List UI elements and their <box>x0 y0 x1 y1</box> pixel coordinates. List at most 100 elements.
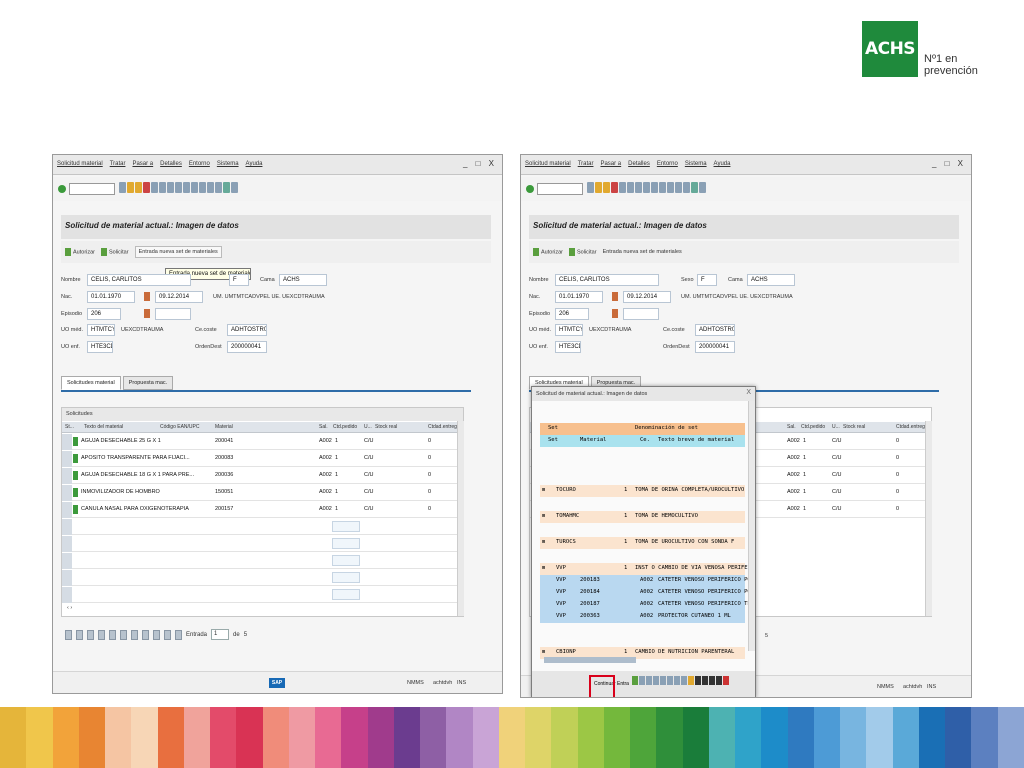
layout-icon[interactable] <box>231 182 238 193</box>
find-next-icon[interactable] <box>167 182 174 193</box>
nac-field[interactable]: 01.01.1970 <box>87 291 135 303</box>
layout-icon[interactable] <box>674 676 680 685</box>
last-page-icon[interactable] <box>667 182 674 193</box>
set-row[interactable]: ⊞ TOMAHMC 1 TOMA DE HEMOCULTIVO <box>540 511 745 523</box>
find-next-icon[interactable] <box>635 182 642 193</box>
uo-med-field[interactable]: HTMTCYP <box>87 324 115 336</box>
menu-item-4[interactable]: Entorno <box>189 161 210 167</box>
shortcut-icon[interactable] <box>215 182 222 193</box>
episodio-field[interactable]: 206 <box>87 308 121 320</box>
solicitar-button[interactable]: Solicitar <box>569 248 597 256</box>
back-icon[interactable] <box>127 182 134 193</box>
next-page-icon[interactable] <box>659 182 666 193</box>
first-entry-icon[interactable] <box>142 629 149 640</box>
command-field[interactable] <box>69 183 115 195</box>
cancel-icon[interactable] <box>723 676 729 685</box>
nombre-field[interactable]: CELIS, CARLITOS <box>555 274 659 286</box>
col-ctd[interactable]: Ctd.pedido <box>801 424 825 430</box>
col-entrega[interactable]: Ctdad.entrega <box>428 424 460 430</box>
autorizar-button[interactable]: Autorizar <box>533 248 563 256</box>
select-all-icon[interactable] <box>65 629 72 640</box>
material-row[interactable]: VVP 200187 A002 CATETER VENOSO PERIFERICO T… <box>540 599 755 611</box>
row-selector[interactable] <box>62 451 72 467</box>
table-row[interactable]: APOSITO TRANSPARENTE PARA FIJACI... 20008… <box>62 451 463 467</box>
expand-icon[interactable]: ⊞ <box>542 487 545 493</box>
enter-icon[interactable] <box>526 185 534 193</box>
cell-ctd-input[interactable] <box>332 572 360 583</box>
cama-field[interactable]: ACHS <box>747 274 795 286</box>
print-icon[interactable] <box>151 182 158 193</box>
row-selector[interactable] <box>62 519 72 535</box>
table-row[interactable] <box>62 570 463 586</box>
filter-icon[interactable] <box>639 676 645 685</box>
nac-field[interactable]: 01.01.1970 <box>555 291 603 303</box>
prev-entry-icon[interactable] <box>153 629 160 640</box>
set-row[interactable]: ⊞ VVP 1 INST O CAMBIO DE VIA VENOSA PERIFER… <box>540 563 755 575</box>
info-icon[interactable] <box>688 676 694 685</box>
menu-item-5[interactable]: Sistema <box>217 161 239 167</box>
episode-icon[interactable] <box>144 309 150 318</box>
col-ctd[interactable]: Ctd.pedido <box>333 424 357 430</box>
prev-icon[interactable] <box>702 676 708 685</box>
filter-icon[interactable] <box>131 629 138 640</box>
print-icon[interactable] <box>619 182 626 193</box>
exit-icon[interactable] <box>135 182 142 193</box>
menu-item-6[interactable]: Ayuda <box>246 161 263 167</box>
menu-item-2[interactable]: Pasar a <box>132 161 153 167</box>
cell-ctd-input[interactable] <box>332 589 360 600</box>
find-icon[interactable] <box>627 182 634 193</box>
row-selector[interactable] <box>62 434 72 450</box>
col-material[interactable]: Material <box>215 424 233 430</box>
uo-enf-field[interactable]: HTE3CDT <box>555 341 581 353</box>
col-u[interactable]: U... <box>364 424 372 430</box>
ce-coste-field[interactable]: ADHTOSTR01 <box>695 324 735 336</box>
menu-item-0[interactable]: Solicitud material <box>57 161 103 167</box>
menu-item-3[interactable]: Detalles <box>160 161 182 167</box>
cell-ctd-input[interactable] <box>332 538 360 549</box>
sexo-field[interactable]: F <box>697 274 717 286</box>
last-entry-icon[interactable] <box>175 629 182 640</box>
prev-page-icon[interactable] <box>651 182 658 193</box>
entrada-set-button[interactable]: Entrada nueva set de materiales <box>603 249 682 255</box>
fecha-field[interactable]: 09.12.2014 <box>155 291 203 303</box>
episodio-extra-field[interactable] <box>155 308 191 320</box>
menu-item-1[interactable]: Tratar <box>578 161 594 167</box>
menu-item-3[interactable]: Detalles <box>628 161 650 167</box>
row-selector[interactable] <box>62 553 72 569</box>
orden-field[interactable]: 200000041 <box>227 341 267 353</box>
row-selector[interactable] <box>62 485 72 501</box>
row-selector[interactable] <box>62 502 72 518</box>
cell-ctd-input[interactable] <box>332 521 360 532</box>
new-session-icon[interactable] <box>207 182 214 193</box>
sort-icon[interactable] <box>120 629 127 640</box>
enter-icon[interactable] <box>58 185 66 193</box>
table-row[interactable] <box>62 536 463 552</box>
print-icon[interactable] <box>660 676 666 685</box>
expand-icon[interactable]: ⊞ <box>542 649 545 655</box>
calendar-icon[interactable] <box>612 292 618 301</box>
episodio-extra-field[interactable] <box>623 308 659 320</box>
row-selector[interactable] <box>62 468 72 484</box>
table-row[interactable]: AGUJA DESECHABLE 18 G X 1 PARA PRE... 200… <box>62 468 463 484</box>
menu-item-2[interactable]: Pasar a <box>600 161 621 167</box>
episodio-field[interactable]: 206 <box>555 308 589 320</box>
next-entry-icon[interactable] <box>164 629 171 640</box>
menu-item-0[interactable]: Solicitud material <box>525 161 571 167</box>
solicitar-button[interactable]: Solicitar <box>101 248 129 256</box>
dialog-scrollbar[interactable] <box>748 401 755 651</box>
set-row[interactable]: ⊞ TUROCS 1 TOMA DE UROCULTIVO CON SONDA F <box>540 537 745 549</box>
autorizar-button[interactable]: Autorizar <box>65 248 95 256</box>
nombre-field[interactable]: CELIS, CARLITOS <box>87 274 191 286</box>
sort-icon[interactable] <box>646 676 652 685</box>
row-selector[interactable] <box>62 587 72 603</box>
expand-icon[interactable]: ⊞ <box>542 539 545 545</box>
col-stock[interactable]: Stock real <box>375 424 397 430</box>
export-icon[interactable] <box>667 676 673 685</box>
menu-item-5[interactable]: Sistema <box>685 161 707 167</box>
cell-ctd-input[interactable] <box>332 555 360 566</box>
episode-icon[interactable] <box>612 309 618 318</box>
system-info[interactable]: NMMS <box>407 680 424 686</box>
entrada-set-button[interactable]: Entrada nueva set de materiales <box>134 246 222 258</box>
tab-solicitudes-material[interactable]: Solicitudes material <box>61 376 121 390</box>
material-row[interactable]: VVP 200184 A002 CATETER VENOSO PERIFERICO P… <box>540 587 755 599</box>
